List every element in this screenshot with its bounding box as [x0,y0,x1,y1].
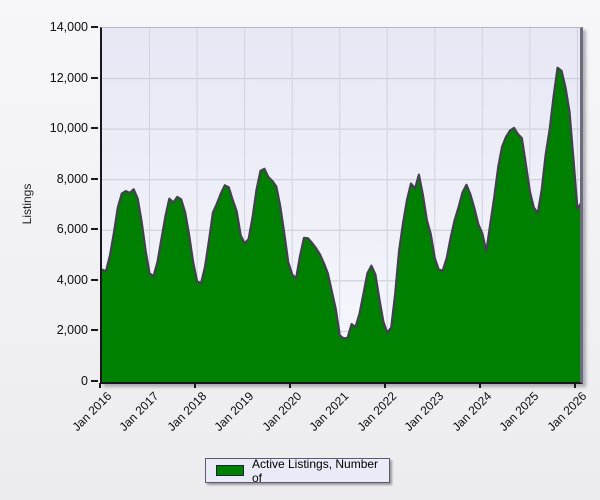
y-axis-tick [91,279,98,281]
chart-canvas: Listings 0 2,000 4,000 6,000 8,000 10,000 12,0… [0,0,600,500]
y-tick-label: 8,000 [26,171,88,187]
x-tick-label: Jan 2025 [497,389,542,434]
y-tick-label: 12,000 [26,70,88,86]
x-tick-label: Jan 2020 [259,389,304,434]
y-tick-label: 4,000 [26,272,88,288]
x-axis-tick [194,383,196,388]
chart-svg [102,28,580,382]
y-axis-title-text: Listings [20,184,34,225]
y-axis-tick [91,178,98,180]
y-axis-tick [91,380,98,382]
plot-area [100,27,583,384]
x-tick-label: Jan 2016 [69,389,114,434]
x-tick-label: Jan 2021 [307,389,352,434]
legend-swatch-icon [216,465,244,476]
x-axis-tick [479,383,481,388]
y-axis-tick [91,228,98,230]
y-axis-tick [91,127,98,129]
x-tick-label: Jan 2023 [402,389,447,434]
x-tick-label: Jan 2026 [544,389,589,434]
x-axis-tick [289,383,291,388]
y-axis-tick [91,329,98,331]
x-axis-tick [574,383,576,388]
y-axis-tick [91,26,98,28]
y-axis-tick [91,77,98,79]
x-axis-tick [384,383,386,388]
x-tick-label: Jan 2019 [212,389,257,434]
x-axis-tick [99,383,101,388]
y-tick-label: 10,000 [26,120,88,136]
x-tick-label: Jan 2018 [164,389,209,434]
legend-box: Active Listings, Number of [205,458,390,483]
legend-label: Active Listings, Number of [252,457,389,485]
x-tick-label: Jan 2024 [449,389,494,434]
y-tick-label: 6,000 [26,221,88,237]
x-tick-label: Jan 2022 [354,389,399,434]
x-tick-label: Jan 2017 [117,389,162,434]
y-tick-label: 14,000 [26,19,88,35]
y-tick-label: 2,000 [26,322,88,338]
y-tick-label: 0 [26,373,88,389]
